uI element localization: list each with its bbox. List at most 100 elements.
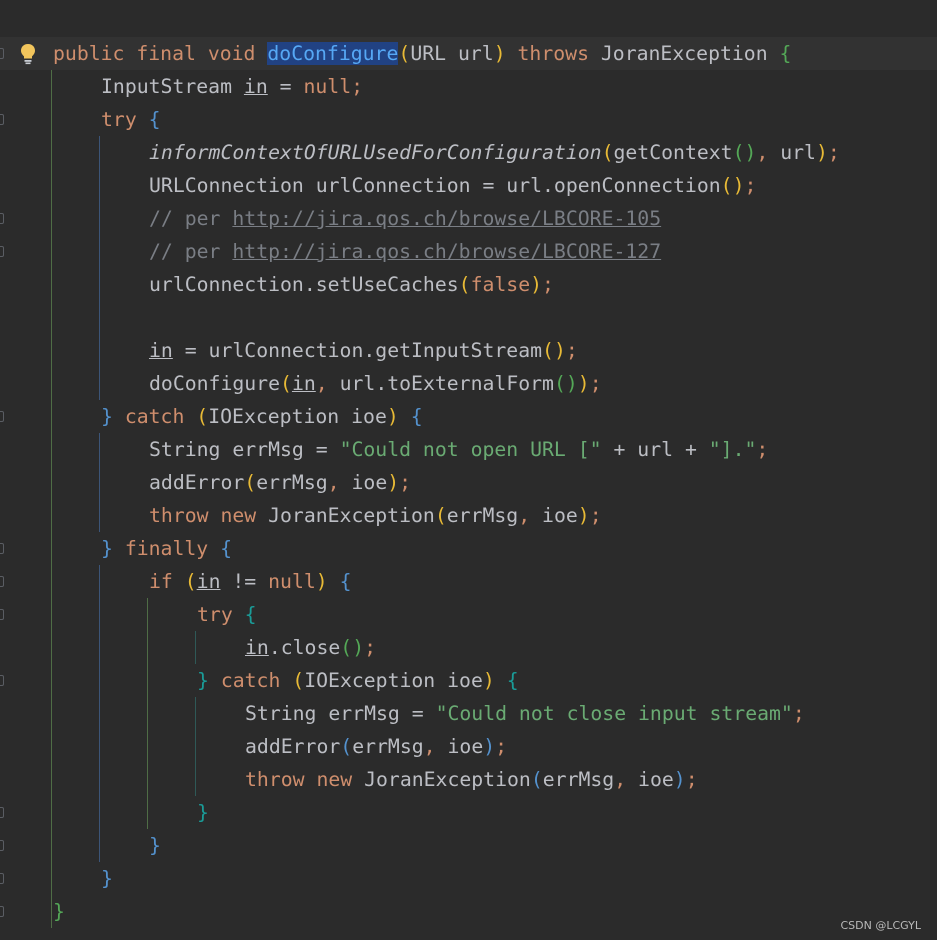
code-token: } <box>197 801 209 824</box>
code-text: in = urlConnection.getInputStream(); <box>149 334 578 367</box>
code-text: throw new JoranException(errMsg, ioe); <box>245 763 698 796</box>
code-token: ; <box>685 768 698 791</box>
code-token: ; <box>756 438 769 461</box>
code-token: getContext <box>613 141 733 164</box>
code-token: ) <box>482 669 495 692</box>
code-token: { <box>148 108 161 131</box>
code-line[interactable]: String errMsg = "Could not open URL [" +… <box>0 433 937 466</box>
code-token: false <box>470 273 531 296</box>
code-line[interactable]: try { <box>0 598 937 631</box>
code-line[interactable]: throw new JoranException(errMsg, ioe); <box>0 763 937 796</box>
code-token: { <box>410 405 423 428</box>
code-token: ( <box>340 735 353 758</box>
code-text: URLConnection urlConnection = url.openCo… <box>149 169 756 202</box>
code-text: } catch (IOException ioe) { <box>197 664 519 697</box>
code-line[interactable]: // per http://jira.qos.ch/browse/LBCORE-… <box>0 235 937 268</box>
code-line[interactable]: addError(errMsg, ioe); <box>0 466 937 499</box>
code-text: } finally { <box>101 532 232 565</box>
code-token: doConfigure <box>267 42 399 65</box>
code-token: ( <box>184 570 197 593</box>
code-token: errMsg <box>256 471 328 494</box>
code-token: = <box>267 75 304 98</box>
comment-link[interactable]: http://jira.qos.ch/browse/LBCORE-127 <box>232 240 661 263</box>
code-token: = urlConnection.getInputStream <box>172 339 543 362</box>
code-token: url.toExternalForm <box>339 372 554 395</box>
code-token: // per <box>149 240 233 263</box>
code-token: errMsg <box>446 504 519 527</box>
code-token: .close <box>268 636 341 659</box>
comment-link[interactable]: http://jira.qos.ch/browse/LBCORE-105 <box>232 207 661 230</box>
code-token: { <box>220 537 233 560</box>
code-line[interactable]: // per http://jira.qos.ch/browse/LBCORE-… <box>0 202 937 235</box>
fold-marker-icon[interactable] <box>0 906 4 917</box>
code-line[interactable]: } <box>0 895 937 928</box>
code-line[interactable]: try { <box>0 103 937 136</box>
code-token: public final void <box>53 42 268 65</box>
code-token: ; <box>351 75 364 98</box>
code-token: "Could not close input stream" <box>435 702 793 725</box>
fold-marker-icon[interactable] <box>0 840 4 851</box>
code-editor[interactable]: public final void doConfigure ( URL url) t… <box>0 0 937 940</box>
code-line[interactable]: addError(errMsg, ioe); <box>0 730 937 763</box>
lightbulb-icon[interactable] <box>19 43 37 65</box>
code-line[interactable]: } catch (IOException ioe) { <box>0 664 937 697</box>
code-token: "Could not open URL [" <box>339 438 602 461</box>
fold-marker-icon[interactable] <box>0 576 4 587</box>
code-token: String errMsg = <box>245 702 436 725</box>
code-text: addError(errMsg, ioe); <box>149 466 411 499</box>
code-line[interactable]: urlConnection.setUseCaches(false); <box>0 268 937 301</box>
code-line[interactable]: InputStream in = null; <box>0 70 937 103</box>
code-token: null <box>268 570 316 593</box>
code-text: urlConnection.setUseCaches(false); <box>149 268 554 301</box>
code-text: try { <box>101 103 161 136</box>
fold-marker-icon[interactable] <box>0 609 4 620</box>
code-token: ; <box>399 471 412 494</box>
code-line[interactable]: informContextOfURLUsedForConfiguration(g… <box>0 136 937 169</box>
code-token: URL url <box>410 42 494 65</box>
fold-marker-icon[interactable] <box>0 873 4 884</box>
code-line[interactable]: in.close(); <box>0 631 937 664</box>
code-token: JoranException <box>600 42 780 65</box>
code-line[interactable]: String errMsg = "Could not close input s… <box>0 697 937 730</box>
fold-marker-icon[interactable] <box>0 411 4 422</box>
code-line[interactable]: } <box>0 862 937 895</box>
code-line[interactable]: } <box>0 829 937 862</box>
fold-marker-icon[interactable] <box>0 213 4 224</box>
code-text: InputStream in = null; <box>101 70 363 103</box>
code-token: doConfigure <box>149 372 281 395</box>
code-token: in <box>245 636 269 659</box>
fold-marker-icon[interactable] <box>0 114 4 125</box>
code-token: ( <box>601 141 614 164</box>
code-token: () <box>720 174 745 197</box>
code-line[interactable]: if (in != null) { <box>0 565 937 598</box>
code-token: try <box>101 108 149 131</box>
code-token: JoranException <box>364 768 531 791</box>
code-token: in <box>149 339 173 362</box>
code-line[interactable]: URLConnection urlConnection = url.openCo… <box>0 169 937 202</box>
code-text: // per http://jira.qos.ch/browse/LBCORE-… <box>149 235 661 268</box>
code-line[interactable]: } catch (IOException ioe) { <box>0 400 937 433</box>
code-token: URLConnection urlConnection = url.openCo… <box>149 174 721 197</box>
code-line[interactable]: public final void doConfigure(URL url) t… <box>0 37 937 70</box>
code-token: + url + <box>601 438 709 461</box>
fold-marker-icon[interactable] <box>0 807 4 818</box>
fold-marker-icon[interactable] <box>0 48 4 59</box>
code-text: if (in != null) { <box>149 565 352 598</box>
code-line[interactable]: in = urlConnection.getInputStream(); <box>0 334 937 367</box>
code-line[interactable]: } <box>0 796 937 829</box>
code-line[interactable] <box>0 301 937 334</box>
code-token: ; <box>364 636 377 659</box>
code-line[interactable]: } finally { <box>0 532 937 565</box>
code-token: JoranException <box>268 504 435 527</box>
fold-marker-icon[interactable] <box>0 543 4 554</box>
code-line[interactable]: throw new JoranException(errMsg, ioe); <box>0 499 937 532</box>
code-line[interactable]: doConfigure(in, url.toExternalForm()); <box>0 367 937 400</box>
code-text: throw new JoranException(errMsg, ioe); <box>149 499 602 532</box>
code-token: ioe <box>638 768 674 791</box>
code-token: { <box>506 669 519 692</box>
code-text: in.close(); <box>245 631 376 664</box>
fold-marker-icon[interactable] <box>0 675 4 686</box>
fold-marker-icon[interactable] <box>0 246 4 257</box>
